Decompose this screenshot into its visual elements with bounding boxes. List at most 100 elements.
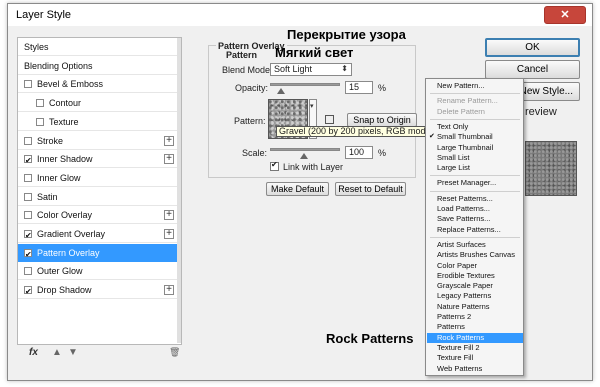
move-up-icon[interactable]: ▲: [52, 347, 62, 358]
style-checkbox[interactable]: [24, 152, 32, 170]
styles-row[interactable]: Inner Shadow +: [18, 150, 178, 170]
menu-item[interactable]: ✔ Small Thumbnail: [427, 132, 523, 142]
style-checkbox[interactable]: [24, 246, 32, 264]
menu-item-label: New Pattern...: [437, 81, 485, 90]
add-effect-icon[interactable]: +: [164, 210, 174, 221]
trash-icon[interactable]: 🗑: [169, 347, 180, 358]
reset-to-default-button[interactable]: Reset to Default: [335, 182, 406, 196]
opacity-slider-thumb[interactable]: [276, 88, 285, 94]
styles-scrollbar[interactable]: [177, 38, 181, 343]
menu-item-label: Patterns 2: [437, 312, 472, 321]
menu-item[interactable]: Grayscale Paper: [427, 281, 523, 291]
styles-row[interactable]: Stroke +: [18, 132, 178, 150]
menu-item[interactable]: Text Only: [427, 122, 523, 132]
menu-item[interactable]: Legacy Patterns: [427, 291, 523, 301]
style-checkbox[interactable]: [24, 227, 32, 245]
style-checkbox[interactable]: [24, 80, 32, 89]
blend-mode-value: Soft Light: [274, 64, 313, 74]
ok-button[interactable]: OK: [485, 38, 580, 57]
style-checkbox[interactable]: [24, 211, 32, 220]
menu-item[interactable]: Texture Fill: [427, 353, 523, 363]
menu-item[interactable]: Large List: [427, 163, 523, 173]
styles-row[interactable]: Blending Options: [18, 57, 178, 75]
style-label: Inner Shadow: [37, 154, 93, 165]
menu-item-label: Rock Patterns: [437, 332, 485, 342]
styles-footer: fx ▲ ▼ 🗑: [17, 345, 182, 363]
styles-row[interactable]: Texture: [18, 113, 178, 131]
close-button[interactable]: ✕: [544, 6, 586, 24]
style-label: Styles: [24, 42, 49, 52]
add-effect-icon[interactable]: +: [164, 229, 174, 239]
opacity-slider[interactable]: [270, 83, 340, 86]
styles-row[interactable]: Gradient Overlay +: [18, 225, 178, 245]
menu-item-label: Delete Pattern: [437, 106, 485, 116]
menu-item[interactable]: New Pattern...: [427, 81, 523, 91]
menu-item-label: Preset Manager...: [437, 178, 497, 188]
menu-item-label: Small List: [437, 152, 470, 162]
menu-item[interactable]: Texture Fill 2: [427, 343, 523, 353]
styles-row[interactable]: Contour: [18, 94, 178, 113]
menu-item[interactable]: Small List: [427, 153, 523, 163]
fx-icon[interactable]: fx: [29, 347, 38, 358]
blend-mode-select[interactable]: Soft Light ⬍: [270, 63, 352, 76]
menu-item-label: Large List: [437, 163, 470, 173]
style-checkbox[interactable]: [24, 283, 32, 301]
opacity-label: Opacity:: [235, 83, 269, 93]
menu-separator: [430, 118, 520, 120]
style-checkbox[interactable]: [24, 136, 32, 145]
menu-item[interactable]: Save Patterns...: [427, 214, 523, 224]
style-checkbox[interactable]: [24, 192, 32, 201]
add-effect-icon[interactable]: +: [164, 135, 174, 146]
style-checkbox[interactable]: [24, 267, 32, 276]
style-checkbox[interactable]: [36, 99, 44, 108]
move-down-icon[interactable]: ▼: [68, 347, 78, 358]
link-with-layer-checkbox[interactable]: [270, 160, 279, 171]
style-checkbox[interactable]: [36, 117, 44, 126]
scale-input[interactable]: 100: [345, 146, 373, 159]
add-effect-icon[interactable]: +: [164, 154, 174, 165]
new-preset-icon[interactable]: [325, 115, 334, 124]
menu-separator: [430, 175, 520, 177]
snap-to-origin-button[interactable]: Snap to Origin: [347, 113, 417, 127]
menu-item[interactable]: Erodible Textures: [427, 271, 523, 281]
title-bar: Layer Style ✕: [8, 4, 592, 26]
styles-row[interactable]: Drop Shadow +: [18, 281, 178, 301]
opacity-input[interactable]: 15: [345, 81, 373, 94]
menu-item[interactable]: Color Paper: [427, 261, 523, 271]
scale-slider-thumb[interactable]: [300, 153, 308, 159]
menu-item: Delete Pattern: [427, 107, 523, 117]
overlay-text-soft-light: Мягкий свет: [275, 45, 354, 60]
menu-item[interactable]: Preset Manager...: [427, 178, 523, 188]
menu-item[interactable]: Artists Brushes Canvas: [427, 250, 523, 260]
styles-row[interactable]: Color Overlay +: [18, 206, 178, 225]
make-default-button[interactable]: Make Default: [266, 182, 329, 196]
checkmark-icon: ✔: [429, 133, 435, 141]
menu-item[interactable]: Rock Patterns: [427, 332, 523, 343]
menu-item[interactable]: Load Patterns...: [427, 204, 523, 214]
styles-row[interactable]: Styles: [18, 38, 178, 56]
style-label: Stroke: [37, 135, 64, 146]
style-label: Bevel & Emboss: [37, 79, 104, 90]
styles-row[interactable]: Inner Glow: [18, 169, 178, 187]
menu-item[interactable]: Reset Patterns...: [427, 194, 523, 204]
blend-mode-label: Blend Mode:: [222, 65, 273, 75]
menu-item[interactable]: Large Thumbnail: [427, 143, 523, 153]
styles-row[interactable]: Pattern Overlay: [18, 243, 178, 264]
menu-item[interactable]: Nature Patterns: [427, 302, 523, 312]
scale-slider[interactable]: [270, 148, 340, 151]
menu-item[interactable]: Patterns 2: [427, 312, 523, 322]
add-effect-icon[interactable]: +: [164, 285, 174, 296]
styles-row[interactable]: Bevel & Emboss: [18, 75, 178, 94]
styles-row[interactable]: Outer Glow: [18, 262, 178, 281]
styles-row[interactable]: Satin: [18, 188, 178, 206]
scale-unit: %: [378, 148, 387, 158]
menu-item-label: Nature Patterns: [437, 301, 490, 311]
menu-item[interactable]: Web Patterns: [427, 364, 523, 374]
style-label: Blending Options: [24, 60, 93, 71]
style-label: Outer Glow: [37, 266, 83, 277]
menu-item[interactable]: Patterns: [427, 322, 523, 332]
menu-item[interactable]: Artist Surfaces: [427, 240, 523, 250]
menu-item[interactable]: Replace Patterns...: [427, 225, 523, 235]
style-checkbox[interactable]: [24, 173, 32, 182]
cancel-button[interactable]: Cancel: [485, 60, 580, 79]
